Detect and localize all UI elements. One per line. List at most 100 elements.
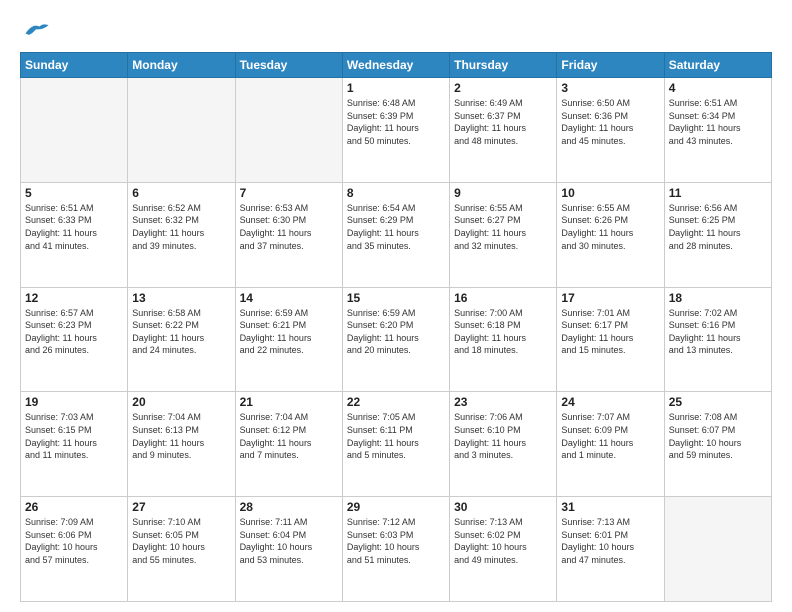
day-number: 1 <box>347 81 445 95</box>
day-info: Sunrise: 6:52 AM Sunset: 6:32 PM Dayligh… <box>132 202 230 252</box>
calendar-week-0: 1 Sunrise: 6:48 AM Sunset: 6:39 PM Daylig… <box>21 78 772 183</box>
calendar-day: 19 Sunrise: 7:03 AM Sunset: 6:15 PM Dayli… <box>21 392 128 497</box>
day-number: 11 <box>669 186 767 200</box>
day-info: Sunrise: 7:13 AM Sunset: 6:01 PM Dayligh… <box>561 516 659 566</box>
day-number: 18 <box>669 291 767 305</box>
day-number: 9 <box>454 186 552 200</box>
calendar-day: 7 Sunrise: 6:53 AM Sunset: 6:30 PM Daylig… <box>235 182 342 287</box>
calendar-day <box>21 78 128 183</box>
calendar-day: 13Sunrise: 6:58 AM Sunset: 6:22 PM Dayli… <box>128 287 235 392</box>
calendar-day: 2Sunrise: 6:49 AM Sunset: 6:37 PM Daylig… <box>450 78 557 183</box>
day-info: Sunrise: 7:03 AM Sunset: 6:15 PM Dayligh… <box>25 411 123 461</box>
day-number: 21 <box>240 395 338 409</box>
day-number: 10 <box>561 186 659 200</box>
day-info: Sunrise: 7:02 AM Sunset: 6:16 PM Dayligh… <box>669 307 767 357</box>
day-number: 7 <box>240 186 338 200</box>
calendar-day: 22 Sunrise: 7:05 AM Sunset: 6:11 PM Dayli… <box>342 392 449 497</box>
day-number: 27 <box>132 500 230 514</box>
calendar-day: 10 Sunrise: 6:55 AM Sunset: 6:26 PM Dayli… <box>557 182 664 287</box>
day-number: 15 <box>347 291 445 305</box>
calendar-day: 27 Sunrise: 7:10 AM Sunset: 6:05 PM Dayli… <box>128 497 235 602</box>
calendar-week-4: 26Sunrise: 7:09 AM Sunset: 6:06 PM Dayli… <box>21 497 772 602</box>
calendar-day: 5 Sunrise: 6:51 AM Sunset: 6:33 PM Daylig… <box>21 182 128 287</box>
day-info: Sunrise: 7:13 AM Sunset: 6:02 PM Dayligh… <box>454 516 552 566</box>
day-info: Sunrise: 7:08 AM Sunset: 6:07 PM Dayligh… <box>669 411 767 461</box>
day-info: Sunrise: 6:55 AM Sunset: 6:27 PM Dayligh… <box>454 202 552 252</box>
day-number: 3 <box>561 81 659 95</box>
calendar-header-wednesday: Wednesday <box>342 53 449 78</box>
calendar-day: 20 Sunrise: 7:04 AM Sunset: 6:13 PM Dayli… <box>128 392 235 497</box>
day-info: Sunrise: 6:58 AM Sunset: 6:22 PM Dayligh… <box>132 307 230 357</box>
day-info: Sunrise: 7:10 AM Sunset: 6:05 PM Dayligh… <box>132 516 230 566</box>
calendar-day: 16 Sunrise: 7:00 AM Sunset: 6:18 PM Dayli… <box>450 287 557 392</box>
calendar-header-friday: Friday <box>557 53 664 78</box>
day-number: 25 <box>669 395 767 409</box>
calendar-header-monday: Monday <box>128 53 235 78</box>
day-number: 6 <box>132 186 230 200</box>
day-info: Sunrise: 6:51 AM Sunset: 6:34 PM Dayligh… <box>669 97 767 147</box>
calendar-day: 9 Sunrise: 6:55 AM Sunset: 6:27 PM Daylig… <box>450 182 557 287</box>
day-number: 16 <box>454 291 552 305</box>
day-info: Sunrise: 6:55 AM Sunset: 6:26 PM Dayligh… <box>561 202 659 252</box>
day-info: Sunrise: 7:07 AM Sunset: 6:09 PM Dayligh… <box>561 411 659 461</box>
calendar-day: 18 Sunrise: 7:02 AM Sunset: 6:16 PM Dayli… <box>664 287 771 392</box>
day-info: Sunrise: 6:57 AM Sunset: 6:23 PM Dayligh… <box>25 307 123 357</box>
day-number: 19 <box>25 395 123 409</box>
day-number: 26 <box>25 500 123 514</box>
day-info: Sunrise: 6:59 AM Sunset: 6:21 PM Dayligh… <box>240 307 338 357</box>
day-number: 30 <box>454 500 552 514</box>
calendar-day: 24 Sunrise: 7:07 AM Sunset: 6:09 PM Dayli… <box>557 392 664 497</box>
calendar-header-saturday: Saturday <box>664 53 771 78</box>
day-info: Sunrise: 7:04 AM Sunset: 6:12 PM Dayligh… <box>240 411 338 461</box>
day-number: 22 <box>347 395 445 409</box>
day-number: 31 <box>561 500 659 514</box>
calendar-day: 6 Sunrise: 6:52 AM Sunset: 6:32 PM Daylig… <box>128 182 235 287</box>
calendar-day <box>128 78 235 183</box>
calendar-day: 4 Sunrise: 6:51 AM Sunset: 6:34 PM Daylig… <box>664 78 771 183</box>
day-info: Sunrise: 6:51 AM Sunset: 6:33 PM Dayligh… <box>25 202 123 252</box>
logo-bird-icon <box>22 18 50 42</box>
calendar-day: 31 Sunrise: 7:13 AM Sunset: 6:01 PM Dayli… <box>557 497 664 602</box>
calendar-day: 26Sunrise: 7:09 AM Sunset: 6:06 PM Dayli… <box>21 497 128 602</box>
day-info: Sunrise: 7:11 AM Sunset: 6:04 PM Dayligh… <box>240 516 338 566</box>
day-info: Sunrise: 7:01 AM Sunset: 6:17 PM Dayligh… <box>561 307 659 357</box>
day-number: 5 <box>25 186 123 200</box>
calendar-day: 11Sunrise: 6:56 AM Sunset: 6:25 PM Dayli… <box>664 182 771 287</box>
calendar-day: 29 Sunrise: 7:12 AM Sunset: 6:03 PM Dayli… <box>342 497 449 602</box>
day-number: 4 <box>669 81 767 95</box>
day-number: 12 <box>25 291 123 305</box>
logo <box>20 18 50 42</box>
day-info: Sunrise: 6:59 AM Sunset: 6:20 PM Dayligh… <box>347 307 445 357</box>
calendar-week-2: 12 Sunrise: 6:57 AM Sunset: 6:23 PM Dayli… <box>21 287 772 392</box>
day-number: 29 <box>347 500 445 514</box>
calendar-table: SundayMondayTuesdayWednesdayThursdayFrid… <box>20 52 772 602</box>
day-number: 8 <box>347 186 445 200</box>
day-info: Sunrise: 7:04 AM Sunset: 6:13 PM Dayligh… <box>132 411 230 461</box>
day-info: Sunrise: 6:49 AM Sunset: 6:37 PM Dayligh… <box>454 97 552 147</box>
calendar-day: 15 Sunrise: 6:59 AM Sunset: 6:20 PM Dayli… <box>342 287 449 392</box>
day-info: Sunrise: 7:05 AM Sunset: 6:11 PM Dayligh… <box>347 411 445 461</box>
calendar-week-3: 19 Sunrise: 7:03 AM Sunset: 6:15 PM Dayli… <box>21 392 772 497</box>
calendar-header-row: SundayMondayTuesdayWednesdayThursdayFrid… <box>21 53 772 78</box>
day-info: Sunrise: 7:12 AM Sunset: 6:03 PM Dayligh… <box>347 516 445 566</box>
day-number: 24 <box>561 395 659 409</box>
day-info: Sunrise: 6:54 AM Sunset: 6:29 PM Dayligh… <box>347 202 445 252</box>
day-info: Sunrise: 6:53 AM Sunset: 6:30 PM Dayligh… <box>240 202 338 252</box>
calendar-day: 8 Sunrise: 6:54 AM Sunset: 6:29 PM Daylig… <box>342 182 449 287</box>
calendar-week-1: 5 Sunrise: 6:51 AM Sunset: 6:33 PM Daylig… <box>21 182 772 287</box>
calendar-day: 21 Sunrise: 7:04 AM Sunset: 6:12 PM Dayli… <box>235 392 342 497</box>
calendar-header-sunday: Sunday <box>21 53 128 78</box>
day-number: 20 <box>132 395 230 409</box>
calendar-day <box>235 78 342 183</box>
page: SundayMondayTuesdayWednesdayThursdayFrid… <box>0 0 792 612</box>
day-number: 23 <box>454 395 552 409</box>
calendar-header-thursday: Thursday <box>450 53 557 78</box>
calendar-day: 30 Sunrise: 7:13 AM Sunset: 6:02 PM Dayli… <box>450 497 557 602</box>
calendar-header-tuesday: Tuesday <box>235 53 342 78</box>
header <box>20 18 772 42</box>
day-info: Sunrise: 7:00 AM Sunset: 6:18 PM Dayligh… <box>454 307 552 357</box>
calendar-day: 14Sunrise: 6:59 AM Sunset: 6:21 PM Dayli… <box>235 287 342 392</box>
day-number: 28 <box>240 500 338 514</box>
day-info: Sunrise: 6:48 AM Sunset: 6:39 PM Dayligh… <box>347 97 445 147</box>
calendar-day: 28 Sunrise: 7:11 AM Sunset: 6:04 PM Dayli… <box>235 497 342 602</box>
